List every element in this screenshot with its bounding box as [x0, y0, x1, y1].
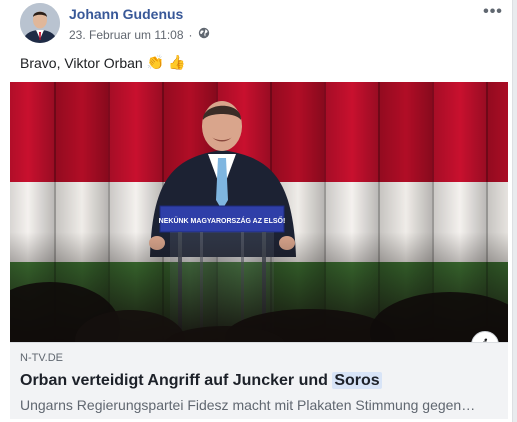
link-preview-image[interactable]: NEKÜNK MAGYARORSZÁG AZ ELSŐ!	[10, 82, 508, 342]
author-name[interactable]: Johann Gudenus	[69, 6, 183, 22]
link-domain: N-TV.DE	[20, 352, 63, 364]
link-preview-card[interactable]: NEKÜNK MAGYARORSZÁG AZ ELSŐ! i N-TV.DE	[10, 82, 508, 419]
post-message: Bravo, Viktor Orban 👏 👍	[20, 54, 186, 71]
link-preview-body[interactable]: N-TV.DE Orban verteidigt Angriff auf Jun…	[10, 342, 508, 419]
author-avatar[interactable]	[20, 3, 60, 43]
link-title-highlight: Soros	[332, 372, 382, 389]
post-timestamp[interactable]: 23. Februar um 11:08	[69, 28, 184, 42]
svg-text:NEKÜNK MAGYARORSZÁG AZ ELSŐ!: NEKÜNK MAGYARORSZÁG AZ ELSŐ!	[159, 216, 286, 225]
post-meta: 23. Februar um 11:08 ·	[69, 27, 210, 42]
thumbs-up-icon: 👍	[168, 54, 186, 70]
meta-separator: ·	[188, 27, 193, 42]
post-text: Bravo, Viktor Orban	[20, 54, 143, 71]
link-description: Ungarns Regierungspartei Fidesz macht mi…	[20, 397, 476, 413]
facebook-post: Johann Gudenus 23. Februar um 11:08 · ••…	[0, 0, 513, 422]
link-title[interactable]: Orban verteidigt Angriff auf Juncker und…	[20, 372, 382, 390]
clapping-hands-icon: 👏	[146, 54, 165, 70]
globe-icon[interactable]	[198, 27, 210, 42]
more-options-icon[interactable]: •••	[481, 2, 505, 22]
link-title-text: Orban verteidigt Angriff auf Juncker und	[20, 372, 333, 389]
